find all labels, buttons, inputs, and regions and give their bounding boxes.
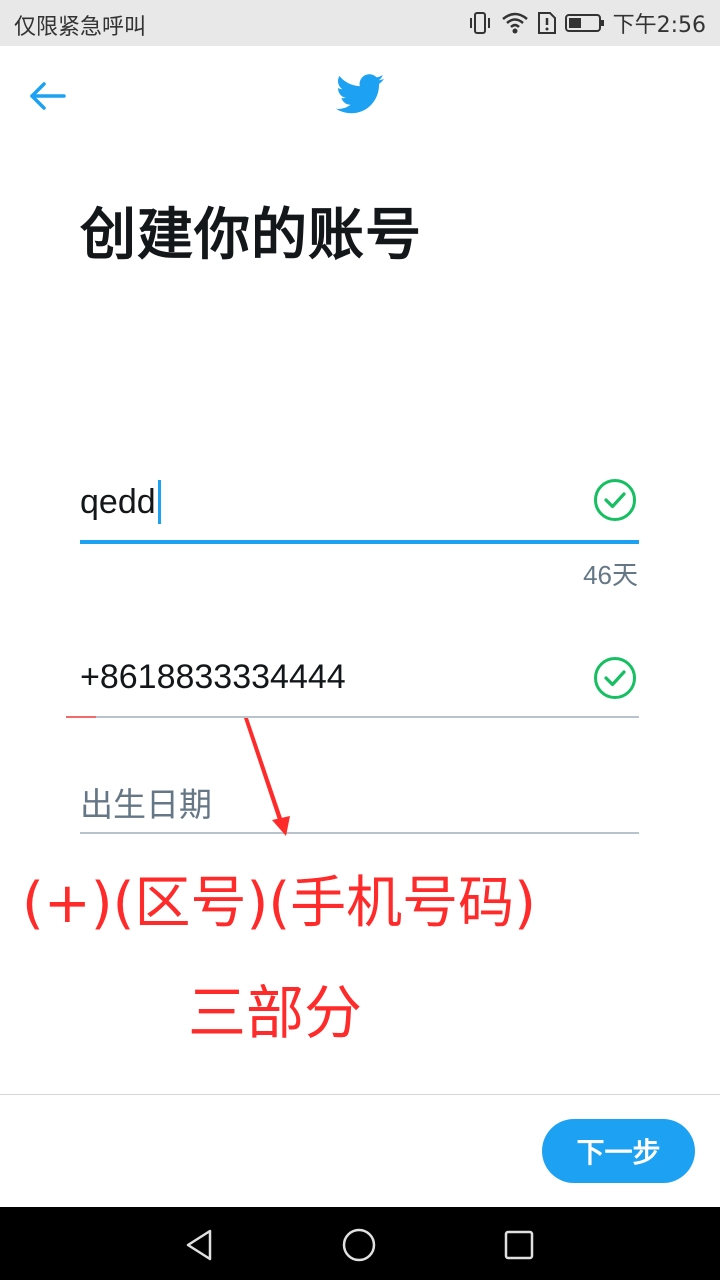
check-circle-icon [594,479,636,521]
birthday-placeholder: 出生日期 [80,785,212,824]
name-field-value-wrap: qedd [80,480,161,524]
carrier-text: 仅限紧急呼叫 [14,15,147,40]
twitter-bird-icon [336,74,384,114]
annotation-phone-format: (+)(区号)(手机号码) [22,871,537,936]
battery-icon [564,12,605,34]
clock-text: 下午2:56 [612,13,706,38]
annotation-three-parts: 三部分 [188,979,363,1047]
character-counter: 46天 [583,560,638,590]
page-title: 创建你的账号 [80,203,422,268]
check-circle-icon [594,657,636,699]
phone-field[interactable]: +8618833334444 [80,652,639,718]
wifi-icon [501,10,529,36]
phone-input-value: +8618833334444 [80,658,346,696]
system-nav-bar [0,1207,720,1280]
status-bar: 仅限紧急呼叫 下午2:56 [0,0,720,46]
footer-divider [0,1094,720,1095]
annotation-arrow [244,718,290,836]
name-field[interactable]: qedd [80,474,639,544]
back-button[interactable] [22,70,74,122]
nav-home-icon[interactable] [339,1225,379,1265]
name-input-value: qedd [80,482,156,521]
status-icons: 下午2:56 [467,7,706,39]
arrow-left-icon [30,82,66,110]
text-cursor [157,480,161,524]
birthday-field[interactable]: 出生日期 [80,770,639,834]
nav-recents-icon[interactable] [499,1225,539,1265]
next-button[interactable]: 下一步 [542,1119,695,1183]
sim-alert-icon [537,10,557,36]
nav-back-icon[interactable] [180,1225,220,1265]
annotation-underline-mark [66,716,96,718]
vibrate-icon [467,10,493,36]
